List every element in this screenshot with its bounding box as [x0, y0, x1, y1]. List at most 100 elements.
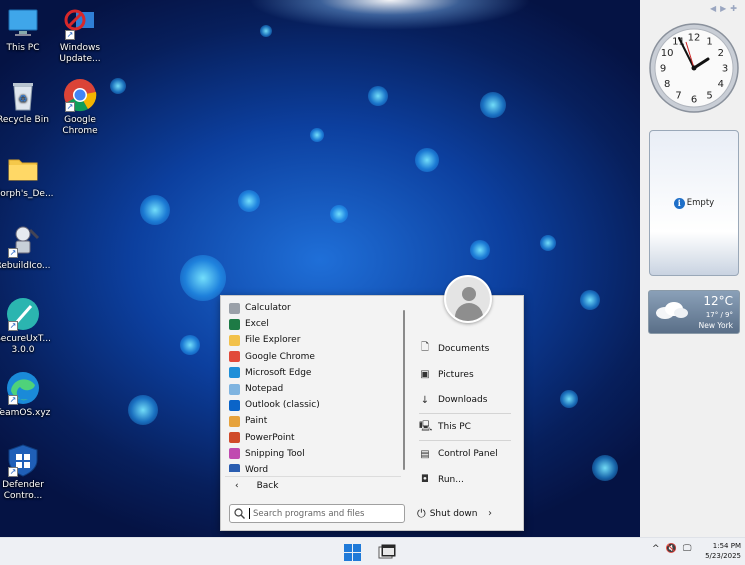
- user-avatar[interactable]: [444, 275, 492, 323]
- desktop-icon-morphs-folder[interactable]: Morph's_De...: [0, 152, 56, 200]
- desktop-icon-secureuxtheme[interactable]: ↗ SecureUxT... 3.0.0: [0, 297, 56, 356]
- wallpaper-bokeh: [260, 25, 272, 37]
- program-item[interactable]: File Explorer: [225, 332, 405, 348]
- wallpaper-bokeh: [592, 455, 618, 481]
- wallpaper-bokeh: [330, 205, 348, 223]
- add-gadget-icon[interactable]: ✚: [730, 4, 741, 13]
- program-icon: [229, 318, 240, 330]
- weather-range: 17° / 9°: [705, 311, 733, 319]
- weather-gadget[interactable]: 12°C 17° / 9° New York: [648, 290, 740, 334]
- program-item[interactable]: PowerPoint: [225, 430, 405, 446]
- program-list-scrollbar[interactable]: [403, 310, 405, 470]
- program-label: Excel: [245, 319, 269, 330]
- program-item[interactable]: Excel: [225, 316, 405, 332]
- back-button[interactable]: ‹ Back: [225, 476, 401, 494]
- avatar-body: [455, 303, 483, 321]
- wallpaper-bokeh: [480, 92, 506, 118]
- taskbar: ^ 🔇 🖵 1:54 PM 5/23/2025: [0, 537, 745, 565]
- system-tray: ^ 🔇 🖵: [652, 544, 691, 554]
- program-icon: [229, 351, 240, 363]
- desktop-icon-google-chrome[interactable]: ↗ Google Chrome: [47, 78, 113, 137]
- places-list: 🗋 Documents ▣ Pictures ↓ Downloads 🖳 Thi…: [415, 336, 515, 493]
- cloud-icon: [656, 302, 688, 319]
- program-item[interactable]: Paint: [225, 413, 405, 429]
- edge-icon: ↗: [6, 371, 40, 405]
- shut-down-options-button[interactable]: ›: [483, 504, 497, 523]
- program-label: PowerPoint: [245, 432, 295, 443]
- wallpaper-bokeh: [140, 195, 170, 225]
- desktop-icon-teamos[interactable]: ↗ TeamOS.xyz: [0, 371, 56, 419]
- wallpaper-bokeh: [310, 128, 324, 142]
- clock-gadget[interactable]: 12 1234567891011: [648, 22, 740, 114]
- program-icon: [229, 399, 240, 411]
- search-icon: [234, 508, 245, 519]
- control-panel-icon: ▤: [420, 448, 430, 460]
- desktop-icon-defender-control[interactable]: ↗ Defender Contro...: [0, 443, 56, 502]
- program-item[interactable]: Notepad: [225, 381, 405, 397]
- place-control-panel[interactable]: ▤ Control Panel: [415, 441, 515, 467]
- shortcut-arrow-icon: ↗: [8, 321, 18, 331]
- place-this-pc[interactable]: 🖳 This PC: [415, 414, 515, 440]
- text-caret: [249, 508, 250, 519]
- wallpaper-bokeh: [470, 240, 490, 260]
- clock-tray[interactable]: 1:54 PM 5/23/2025: [705, 541, 741, 561]
- desktop-icon-label: Defender Contro...: [2, 480, 44, 501]
- desktop-icon-label: TeamOS.xyz: [0, 408, 51, 418]
- program-icon: [229, 464, 240, 472]
- taskbar-app-icon[interactable]: [378, 544, 396, 560]
- place-downloads[interactable]: ↓ Downloads: [415, 388, 515, 414]
- speaker-muted-icon[interactable]: 🔇: [666, 544, 677, 554]
- clock-numeral: 3: [722, 64, 728, 75]
- clock-numeral: 1: [706, 37, 712, 48]
- info-icon: i: [673, 197, 685, 209]
- program-icon: [229, 302, 240, 314]
- tray-time: 1:54 PM: [712, 542, 741, 550]
- search-input[interactable]: Search programs and files: [229, 504, 405, 523]
- desktop-icon-windows-update[interactable]: ↗ Windows Update...: [47, 6, 113, 65]
- start-button[interactable]: [342, 542, 362, 562]
- desktop-icon-label: Morph's_De...: [0, 189, 54, 199]
- program-item[interactable]: Calculator: [225, 300, 405, 316]
- program-item[interactable]: Microsoft Edge: [225, 365, 405, 381]
- desktop[interactable]: This PC ↗ Windows Update... ♻ Recycle Bi…: [0, 0, 640, 537]
- windows-update-icon: ↗: [63, 6, 97, 40]
- chrome-icon: ↗: [63, 78, 97, 112]
- place-label: Run...: [438, 474, 464, 485]
- slideshow-status: Empty: [686, 198, 715, 208]
- clock-numeral: 9: [660, 64, 666, 75]
- shut-down-label: Shut down: [429, 508, 478, 519]
- place-label: Downloads: [438, 395, 488, 406]
- svg-text:♻: ♻: [19, 94, 28, 105]
- network-icon[interactable]: 🖵: [683, 544, 692, 554]
- chevron-up-icon[interactable]: ^: [652, 544, 660, 554]
- place-pictures[interactable]: ▣ Pictures: [415, 362, 515, 388]
- gadget-sidebar: ◀▶✚ 12 1 2 3 4 5 6 7 8 9 10 11 i Empty 12°C 17° / 9…: [640, 0, 745, 537]
- wallpaper-bokeh: [540, 235, 556, 251]
- place-label: Documents: [438, 343, 490, 354]
- back-label: Back: [256, 480, 279, 491]
- run-icon: ◘: [421, 474, 429, 486]
- start-menu: Calculator Excel File Explorer Google Chrom…: [220, 275, 524, 531]
- program-item[interactable]: Snipping Tool: [225, 446, 405, 462]
- program-label: Word: [245, 464, 269, 472]
- desktop-icon-rebuildico[interactable]: ↗ RebuildIco...: [0, 224, 56, 272]
- chevron-left-icon: ‹: [235, 480, 239, 491]
- program-icon: [229, 415, 240, 427]
- place-run[interactable]: ◘ Run...: [415, 467, 515, 493]
- program-item[interactable]: Word: [225, 462, 405, 472]
- program-item[interactable]: Outlook (classic): [225, 397, 405, 413]
- clock-numeral: 8: [664, 79, 670, 90]
- next-icon[interactable]: ▶: [720, 4, 730, 13]
- shortcut-arrow-icon: ↗: [8, 248, 18, 258]
- program-list: Calculator Excel File Explorer Google Chrom…: [225, 300, 405, 472]
- program-item[interactable]: Google Chrome: [225, 349, 405, 365]
- clock-numeral: 5: [706, 90, 712, 101]
- chevron-right-icon: ›: [488, 508, 492, 519]
- place-documents[interactable]: 🗋 Documents: [415, 336, 515, 362]
- shortcut-arrow-icon: ↗: [65, 30, 75, 40]
- place-label: This PC: [438, 422, 471, 433]
- sidebar-controls[interactable]: ◀▶✚: [710, 4, 741, 13]
- clock-numeral: 6: [691, 95, 697, 106]
- previous-icon[interactable]: ◀: [710, 4, 720, 13]
- slideshow-gadget[interactable]: i Empty: [649, 130, 739, 276]
